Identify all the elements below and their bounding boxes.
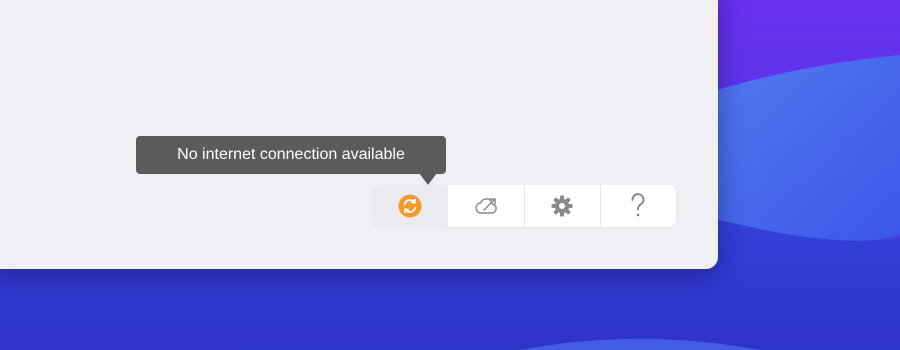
gear-icon (550, 194, 574, 218)
tooltip-arrow (419, 173, 437, 185)
help-button[interactable] (601, 185, 676, 227)
cloud-upload-button[interactable] (448, 185, 525, 227)
cloud-arrow-icon (472, 195, 500, 217)
tooltip-text: No internet connection available (177, 146, 405, 163)
sync-button[interactable] (372, 185, 449, 227)
status-toolbar (372, 185, 676, 227)
tooltip: No internet connection available (136, 136, 446, 185)
app-window (0, 0, 718, 269)
sync-icon (398, 194, 422, 218)
question-mark-icon (629, 193, 647, 219)
settings-button[interactable] (525, 185, 601, 227)
